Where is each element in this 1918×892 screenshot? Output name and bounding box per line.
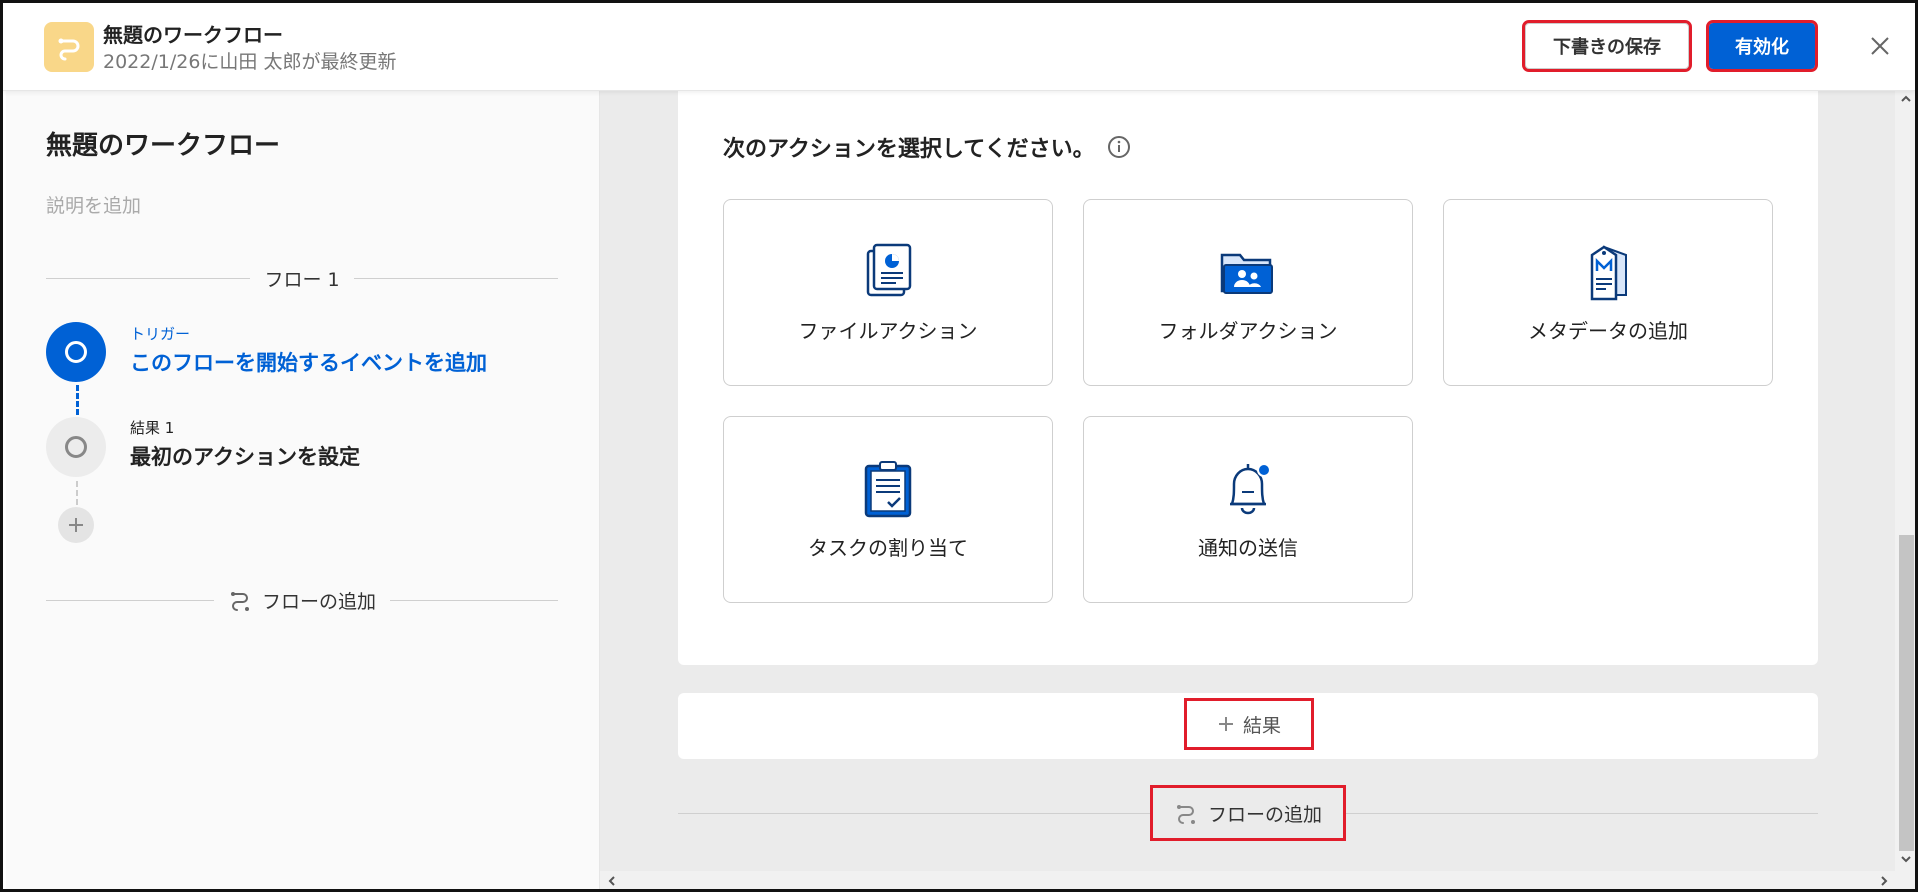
add-flow-button-label: フローの追加 — [1207, 803, 1322, 826]
vertical-scrollbar[interactable] — [1895, 91, 1915, 871]
scroll-left-icon[interactable] — [606, 875, 618, 889]
header: 無題のワークフロー 2022/1/26に山田 太郎が最終更新 下書きの保存 有効… — [3, 3, 1915, 91]
action-tile-label: タスクの割り当て — [808, 536, 968, 560]
header-title: 無題のワークフロー — [103, 23, 283, 47]
file-report-icon — [866, 243, 912, 297]
activate-button[interactable]: 有効化 — [1706, 20, 1818, 72]
action-tile-metadata[interactable]: メタデータの追加 — [1443, 199, 1773, 386]
trigger-step-icon[interactable] — [46, 322, 106, 382]
plus-icon — [69, 518, 83, 532]
workflow-sidebar: 無題のワークフロー 説明を追加 フロー 1 トリガー このフローを開始するイベン… — [6, 91, 600, 889]
add-flow-label: フローの追加 — [262, 590, 377, 613]
add-result-label: 結果 — [1242, 714, 1281, 737]
horizontal-scrollbar[interactable] — [600, 871, 1915, 889]
plus-icon — [1218, 717, 1233, 731]
description-input[interactable]: 説明を追加 — [46, 191, 141, 218]
result-step-title[interactable]: 最初のアクションを設定 — [130, 441, 360, 471]
window-frame: 無題のワークフロー 2022/1/26に山田 太郎が最終更新 下書きの保存 有効… — [0, 0, 1918, 892]
folder-users-icon — [1220, 253, 1273, 294]
trigger-step-label: トリガー — [130, 325, 191, 343]
scroll-right-icon[interactable] — [1878, 875, 1890, 889]
trigger-step-title[interactable]: このフローを開始するイベントを追加 — [130, 347, 487, 377]
action-tile-label: フォルダアクション — [1158, 319, 1338, 343]
action-prompt: 次のアクションを選択してください。 — [723, 131, 1131, 163]
flow-divider: フロー 1 — [46, 263, 559, 293]
result-step-label: 結果 1 — [130, 419, 175, 437]
scroll-down-icon[interactable] — [1900, 853, 1912, 869]
flow-branch-icon — [1176, 805, 1195, 824]
info-icon[interactable] — [1107, 135, 1131, 159]
action-tile-folder[interactable]: フォルダアクション — [1083, 199, 1413, 386]
add-flow-divider: フローの追加 — [46, 585, 559, 615]
close-icon[interactable] — [1865, 31, 1895, 61]
step-connector-gray — [76, 481, 78, 505]
step-connector — [76, 385, 79, 415]
workflow-canvas: 次のアクションを選択してください。 ファイルアクション フォルダアクション メタ… — [600, 91, 1895, 871]
result-step-icon[interactable] — [46, 417, 106, 477]
add-flow-link[interactable]: フローの追加 — [214, 587, 390, 614]
save-draft-button[interactable]: 下書きの保存 — [1522, 20, 1692, 72]
action-tile-task[interactable]: タスクの割り当て — [723, 416, 1053, 603]
action-tile-label: ファイルアクション — [798, 319, 978, 343]
metadata-tag-icon — [1590, 245, 1627, 301]
scroll-up-icon[interactable] — [1900, 93, 1912, 109]
add-flow-button[interactable]: フローの追加 — [1150, 785, 1346, 841]
action-tile-label: 通知の送信 — [1198, 536, 1298, 560]
add-step-button[interactable] — [58, 507, 94, 543]
flow-label: フロー 1 — [264, 268, 340, 291]
action-picker-card: 次のアクションを選択してください。 ファイルアクション フォルダアクション メタ… — [678, 91, 1818, 665]
vertical-scroll-thumb[interactable] — [1899, 535, 1914, 851]
action-tile-notification[interactable]: 通知の送信 — [1083, 416, 1413, 603]
workflow-title[interactable]: 無題のワークフロー — [46, 125, 280, 162]
action-tile-label: メタデータの追加 — [1528, 319, 1688, 343]
action-tile-file[interactable]: ファイルアクション — [723, 199, 1053, 386]
flow-branch-icon — [231, 592, 249, 611]
bell-icon — [1230, 463, 1271, 515]
clipboard-task-icon — [864, 461, 912, 518]
add-result-button[interactable]: 結果 — [1184, 698, 1314, 750]
header-last-updated: 2022/1/26に山田 太郎が最終更新 — [103, 51, 397, 73]
action-prompt-text: 次のアクションを選択してください。 — [723, 137, 1095, 162]
result-bar: 結果 — [678, 693, 1818, 759]
workflow-app-icon — [44, 22, 94, 72]
